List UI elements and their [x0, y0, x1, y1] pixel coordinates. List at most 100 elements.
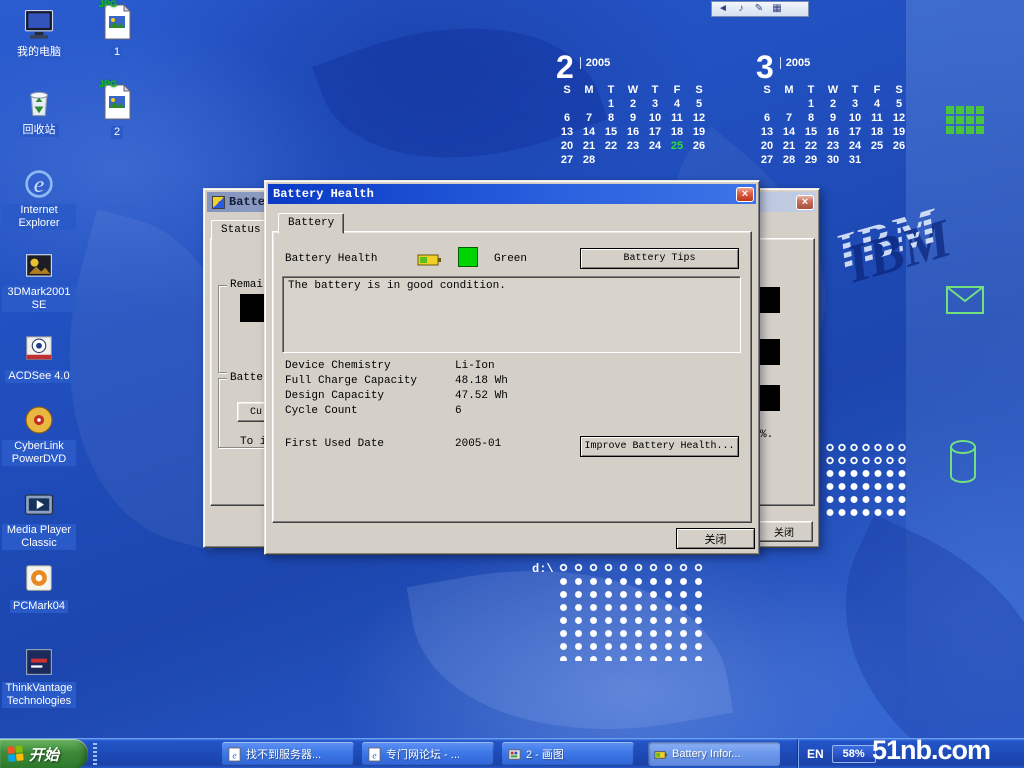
wallpaper-dots: [556, 575, 708, 661]
tab-status[interactable]: Status: [211, 220, 271, 241]
calendar-day: 2: [622, 98, 644, 112]
calendar-day-header: F: [866, 84, 888, 98]
calendar-day: 26: [888, 140, 910, 154]
calendar-day: 31: [844, 154, 866, 168]
calendar-day: 4: [666, 98, 688, 112]
calendar-day-header: W: [822, 84, 844, 98]
condition-textbox[interactable]: The battery is in good condition.: [282, 276, 741, 353]
desktop-icon-my-computer[interactable]: 我的电脑: [0, 6, 78, 60]
improve-battery-health-button[interactable]: Improve Battery Health...: [580, 436, 739, 457]
input-arrow-icon[interactable]: [716, 3, 730, 15]
file-icon-1[interactable]: JPG 1: [88, 2, 146, 60]
desktop-icon-recycle-bin[interactable]: 回收站: [0, 84, 78, 138]
field-label: Full Charge Capacity: [285, 375, 455, 387]
battery-app-icon: [212, 196, 225, 209]
dialog-title: Batte: [229, 195, 265, 209]
file-label: 1: [111, 46, 123, 59]
calendar-day: [866, 154, 888, 168]
taskbar-button-paint[interactable]: 2 - 画图: [502, 742, 634, 766]
dialog-titlebar[interactable]: Battery Health: [268, 184, 756, 204]
calendar-day: 5: [688, 98, 710, 112]
desktop-icon-internet-explorer[interactable]: e Internet Explorer: [0, 166, 78, 231]
battery-meter[interactable]: 58%: [832, 745, 876, 763]
calendar-day: 1: [600, 98, 622, 112]
calendar-year: 2005: [580, 57, 610, 69]
my-computer-icon: [21, 6, 57, 42]
tab-battery[interactable]: Battery: [278, 213, 344, 234]
start-label: 开始: [29, 744, 59, 765]
field-value: Li-Ion: [455, 360, 495, 372]
calendar-day: 15: [800, 126, 822, 140]
info-text: To i: [240, 436, 266, 448]
battery-icon: [653, 747, 668, 762]
desktop-icon-label: 回收站: [20, 124, 59, 137]
desktop-icon-powerdvd[interactable]: CyberLink PowerDVD: [0, 402, 78, 467]
calendar-day: 21: [578, 140, 600, 154]
calendar-day: 16: [822, 126, 844, 140]
calendar-day-header: T: [800, 84, 822, 98]
taskbar-button-battery-information[interactable]: Battery Infor...: [648, 742, 780, 766]
close-icon[interactable]: [796, 195, 814, 210]
close-button[interactable]: 关闭: [755, 521, 813, 542]
calendar-day: 22: [800, 140, 822, 154]
file-icon-2[interactable]: JPG 2: [88, 82, 146, 140]
volume-icon[interactable]: [734, 3, 748, 15]
calendar-day: 19: [888, 126, 910, 140]
quick-launch-handle[interactable]: [93, 743, 97, 765]
desktop-icon-3dmark2001[interactable]: 3DMark2001 SE: [0, 248, 78, 313]
calendar-day: 15: [600, 126, 622, 140]
svg-text:e: e: [232, 751, 236, 761]
start-button[interactable]: 开始: [0, 739, 88, 768]
desktop-icon-label: 3DMark2001 SE: [2, 286, 76, 312]
3dmark2001-icon: [21, 248, 57, 284]
language-bar[interactable]: [711, 1, 809, 17]
svg-text:e: e: [372, 751, 376, 761]
calendar-day: 3: [644, 98, 666, 112]
calendar-day: 17: [844, 126, 866, 140]
calendar-day: 6: [756, 112, 778, 126]
calendar-february-2005: 2 2005 SMTWTFS12345678910111213141516171…: [556, 52, 710, 168]
close-button[interactable]: 关闭: [676, 528, 755, 549]
calendar-year: 2005: [780, 57, 810, 69]
calendar-day: 1: [800, 98, 822, 112]
desktop-icon-label: ACDSee 4.0: [5, 370, 72, 383]
powerdvd-icon: [21, 402, 57, 438]
taskbar-button-forum[interactable]: e 专门网论坛 - ...: [362, 742, 494, 766]
svg-text:e: e: [34, 172, 44, 198]
close-icon[interactable]: [736, 187, 754, 202]
field-row: Full Charge Capacity 48.18 Wh: [285, 375, 508, 387]
calendar-day: 18: [866, 126, 888, 140]
file-label: 2: [111, 126, 123, 139]
calendar-day: 25: [666, 140, 688, 154]
jpg-file-icon: JPG: [99, 82, 135, 122]
keyboard-icon[interactable]: [770, 3, 784, 15]
calendar-day-header: S: [756, 84, 778, 98]
calendar-day: 14: [778, 126, 800, 140]
desktop: IBM IBM d:\: [0, 0, 1024, 768]
pen-icon[interactable]: [752, 3, 766, 15]
wallpaper-dots: [556, 561, 708, 574]
calendar-day: 11: [866, 112, 888, 126]
calendar-day: [756, 98, 778, 112]
taskbar-button-server-not-found[interactable]: e 找不到服务器...: [222, 742, 354, 766]
calendar-day-header: S: [556, 84, 578, 98]
battery-health-dialog: Battery Health Battery Battery Health Gr…: [264, 180, 760, 555]
calendar-day: 24: [644, 140, 666, 154]
calendar-day: [778, 98, 800, 112]
windows-logo-icon: [7, 745, 25, 763]
desktop-icon-media-player-classic[interactable]: Media Player Classic: [0, 486, 78, 551]
field-label: Cycle Count: [285, 405, 455, 417]
calendar-day-header: M: [778, 84, 800, 98]
battery-tips-button[interactable]: Battery Tips: [580, 248, 739, 269]
field-value: 47.52 Wh: [455, 390, 508, 402]
desktop-icon-thinkvantage[interactable]: ThinkVantage Technologies: [0, 644, 78, 709]
taskbar-button-label: Battery Infor...: [672, 748, 740, 760]
desktop-icon-pcmark04[interactable]: PCMark04: [0, 560, 78, 614]
drive-label: d:\: [532, 562, 554, 576]
calendar-day: 9: [822, 112, 844, 126]
field-row: Cycle Count 6: [285, 405, 462, 417]
desktop-icon-acdsee[interactable]: ACDSee 4.0: [0, 330, 78, 384]
language-indicator[interactable]: EN: [807, 747, 824, 761]
watermark: 51nb.com: [872, 735, 990, 766]
condition-text: The battery is in good condition.: [288, 280, 506, 292]
